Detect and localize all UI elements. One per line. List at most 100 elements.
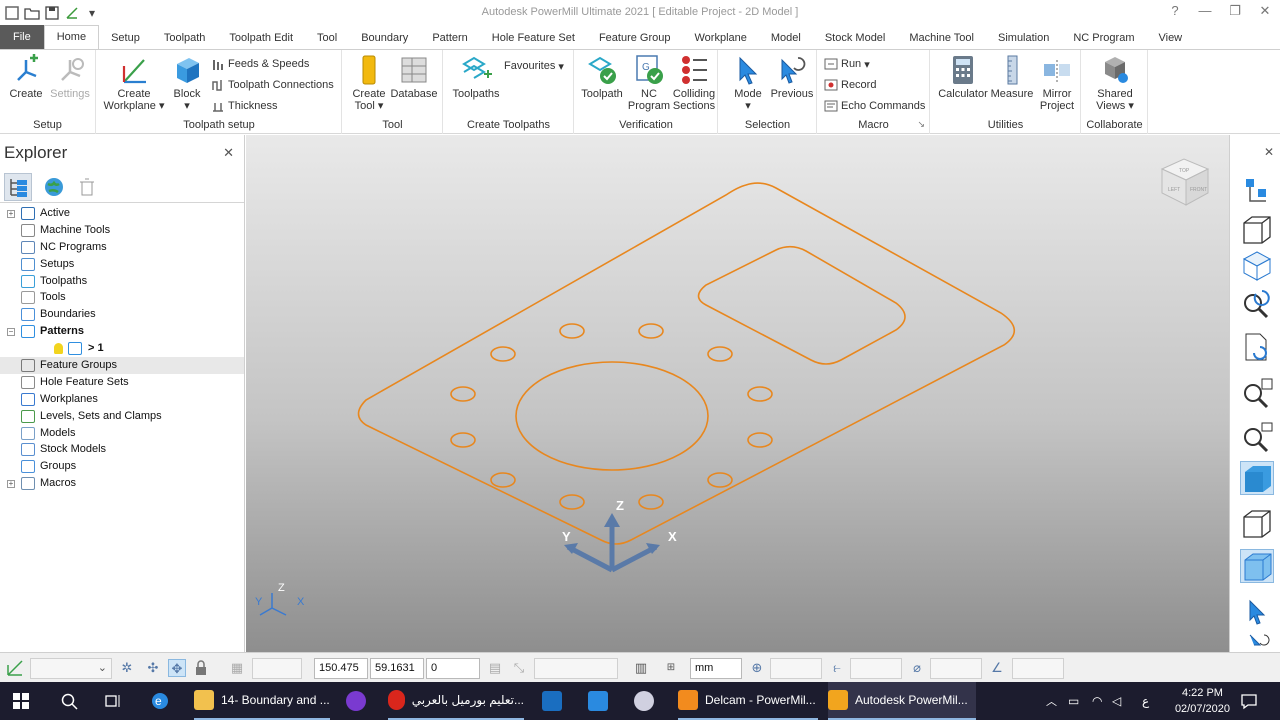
- grid-icon[interactable]: ▦: [228, 659, 246, 677]
- coord-x-field[interactable]: 150.475: [314, 658, 368, 679]
- tab-stock-model[interactable]: Stock Model: [813, 27, 898, 49]
- tab-machine-tool[interactable]: Machine Tool: [897, 27, 986, 49]
- taskbar-item-opera[interactable]: تعليم بورميل بالعربي...: [388, 682, 524, 720]
- explorer-item-1[interactable]: > 1: [0, 340, 244, 357]
- tab-view[interactable]: View: [1146, 27, 1194, 49]
- outlook-button[interactable]: [542, 682, 569, 720]
- battery-icon[interactable]: ▭: [1068, 682, 1079, 720]
- taskbar-item-powermill[interactable]: Autodesk PowerMil...: [828, 682, 976, 720]
- info-field[interactable]: [534, 658, 618, 679]
- tool-field[interactable]: [850, 658, 902, 679]
- shaded-view-icon[interactable]: [1240, 461, 1274, 495]
- echo-commands-button[interactable]: Echo Commands: [824, 97, 925, 115]
- tab-workplane[interactable]: Workplane: [682, 27, 758, 49]
- tab-pattern[interactable]: Pattern: [420, 27, 479, 49]
- close-window-button[interactable]: ✕: [1250, 0, 1280, 24]
- favourites-dropdown[interactable]: Favourites ▾: [504, 57, 564, 75]
- tab-feature-group[interactable]: Feature Group: [587, 27, 683, 49]
- model-canvas[interactable]: Z Y X Z Y X TOP LEFT FRONT: [246, 135, 1229, 652]
- angle-field[interactable]: [1012, 658, 1064, 679]
- coord-y-field[interactable]: 59.1631: [370, 658, 424, 679]
- tree-expander-icon[interactable]: −: [7, 328, 15, 337]
- help-icon[interactable]: ?: [1160, 0, 1190, 24]
- diameter-field[interactable]: [930, 658, 982, 679]
- media-player-button[interactable]: [346, 682, 373, 720]
- tab-setup[interactable]: Setup: [99, 27, 152, 49]
- toolpath-connections-button[interactable]: Toolpath Connections: [211, 76, 334, 94]
- language-indicator[interactable]: ع: [1142, 682, 1149, 720]
- setup-create-button[interactable]: Create: [6, 54, 46, 100]
- start-button[interactable]: [12, 682, 30, 720]
- block-button[interactable]: Block ▾: [169, 54, 205, 112]
- box-view-icon[interactable]: [1240, 507, 1274, 541]
- tree-view-icon[interactable]: [4, 173, 32, 201]
- select-cursor-icon[interactable]: [1240, 597, 1274, 631]
- tab-file[interactable]: File: [0, 25, 44, 49]
- rotate-cursor-icon[interactable]: [1240, 631, 1274, 651]
- explorer-item-hole-feature-sets[interactable]: Hole Feature Sets: [0, 374, 244, 391]
- tool-database-button[interactable]: Database: [389, 54, 439, 100]
- macro-record-button[interactable]: Record: [824, 76, 876, 94]
- measure-button[interactable]: Measure: [989, 54, 1035, 100]
- macro-run-button[interactable]: Run ▾: [824, 55, 870, 73]
- calculator-button[interactable]: Calculator: [937, 54, 989, 100]
- shaded-wire-view-icon[interactable]: [1240, 549, 1274, 583]
- tray-overflow-icon[interactable]: ︿: [1046, 682, 1057, 720]
- explorer-item-stock-models[interactable]: Stock Models: [0, 441, 244, 458]
- tree-expander-icon[interactable]: +: [7, 480, 15, 489]
- zoom-fit-icon[interactable]: [1240, 377, 1274, 411]
- tab-toolpath[interactable]: Toolpath: [152, 27, 218, 49]
- wireframe-view-icon[interactable]: [1240, 213, 1274, 247]
- units-icon[interactable]: ⊞: [662, 659, 680, 677]
- trash-icon[interactable]: [76, 176, 98, 198]
- selection-mode-button[interactable]: Mode ▾: [727, 54, 769, 112]
- wifi-icon[interactable]: ◠: [1092, 682, 1102, 720]
- graphics-viewport[interactable]: Z Y X Z Y X TOP LEFT FRONT: [246, 135, 1229, 652]
- setup-settings-button[interactable]: Settings: [48, 54, 92, 100]
- tab-simulation[interactable]: Simulation: [986, 27, 1061, 49]
- explorer-item-setups[interactable]: Setups: [0, 256, 244, 273]
- explorer-item-toolpaths[interactable]: Toolpaths: [0, 273, 244, 290]
- tab-boundary[interactable]: Boundary: [349, 27, 420, 49]
- globe-icon[interactable]: [43, 176, 65, 198]
- table-icon[interactable]: ▤: [486, 659, 504, 677]
- taskbar-item-delcam[interactable]: Delcam - PowerMil...: [678, 682, 818, 720]
- verify-toolpath-button[interactable]: Toolpath: [577, 54, 627, 100]
- feeds-speeds-button[interactable]: Feeds & Speeds: [211, 55, 309, 73]
- mail-button[interactable]: [588, 682, 615, 720]
- edge-button[interactable]: e: [150, 682, 170, 720]
- diameter-icon[interactable]: ⌀: [908, 659, 926, 677]
- explorer-item-nc-programs[interactable]: NC Programs: [0, 239, 244, 256]
- shared-views-button[interactable]: Shared Views ▾: [1090, 54, 1140, 112]
- tab-tool[interactable]: Tool: [305, 27, 349, 49]
- pick-icon[interactable]: ⤡: [510, 659, 528, 677]
- explorer-item-groups[interactable]: Groups: [0, 458, 244, 475]
- lock-icon[interactable]: [192, 659, 210, 677]
- selection-previous-button[interactable]: Previous: [769, 54, 815, 100]
- explorer-item-patterns[interactable]: − Patterns: [0, 323, 244, 340]
- restore-button[interactable]: ❐: [1220, 0, 1250, 24]
- zoom-refresh-icon[interactable]: [1240, 287, 1274, 321]
- explorer-item-workplanes[interactable]: Workplanes: [0, 391, 244, 408]
- taskbar-item-explorer[interactable]: 14- Boundary and ...: [194, 682, 330, 720]
- thickness-button[interactable]: Thickness: [211, 97, 278, 115]
- system-clock[interactable]: 4:22 PM 02/07/2020: [1175, 685, 1230, 717]
- toolpaths-button[interactable]: Toolpaths: [448, 54, 504, 100]
- close-icon[interactable]: ✕: [1264, 145, 1274, 159]
- tool-status-icon[interactable]: ⥼: [828, 659, 846, 677]
- explorer-item-levels-sets-and-clamps[interactable]: Levels, Sets and Clamps: [0, 408, 244, 425]
- tab-hole-feature-set[interactable]: Hole Feature Set: [480, 27, 587, 49]
- lightbulb-icon[interactable]: [54, 343, 63, 355]
- iso-view-icon[interactable]: [1240, 249, 1274, 283]
- tab-home[interactable]: Home: [43, 25, 100, 49]
- close-icon[interactable]: ✕: [223, 145, 234, 161]
- explorer-item-tools[interactable]: Tools: [0, 289, 244, 306]
- zoom-box-icon[interactable]: [1240, 421, 1274, 455]
- workplane-select[interactable]: ⌄: [30, 658, 112, 679]
- workplane-status-icon[interactable]: [6, 659, 24, 677]
- dialog-launcher-icon[interactable]: ↘: [917, 119, 925, 130]
- mirror-project-button[interactable]: Mirror Project: [1035, 54, 1079, 112]
- explorer-item-boundaries[interactable]: Boundaries: [0, 306, 244, 323]
- view-toolbar-tree-icon[interactable]: [1240, 175, 1274, 209]
- explorer-item-active[interactable]: + Active: [0, 205, 244, 222]
